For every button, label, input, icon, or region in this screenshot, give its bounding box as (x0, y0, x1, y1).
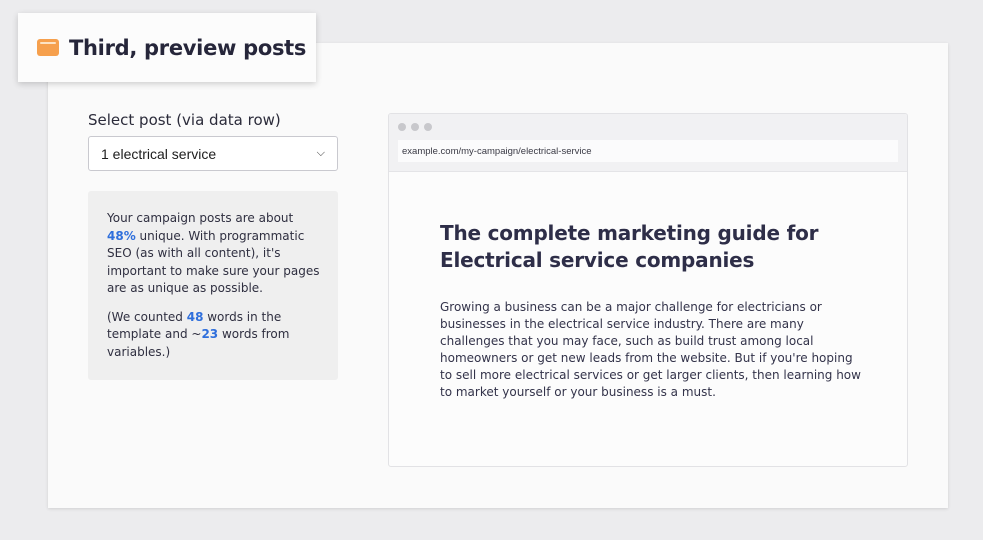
window-dot-icon (411, 123, 419, 131)
address-bar: example.com/my-campaign/electrical-servi… (398, 140, 898, 162)
post-select-value: 1 electrical service (101, 145, 217, 162)
section-title: Third, preview posts (69, 35, 307, 60)
section-title-card: Third, preview posts (18, 13, 316, 82)
browser-preview: example.com/my-campaign/electrical-servi… (388, 113, 908, 467)
post-select-dropdown[interactable]: 1 electrical service ⌵ (88, 136, 338, 171)
window-dot-icon (424, 123, 432, 131)
word-count-text: (We counted 48 words in the template and… (107, 309, 290, 359)
window-dot-icon (398, 123, 406, 131)
uniqueness-text: Your campaign posts are about 48% unique… (107, 211, 320, 295)
chevron-down-icon: ⌵ (316, 147, 325, 159)
article-title: The complete marketing guide for Electri… (440, 221, 819, 272)
folder-icon (37, 39, 59, 56)
variable-word-count: 23 (201, 327, 219, 341)
unique-percentage: 48% (107, 228, 136, 243)
select-post-label: Select post (via data row) (88, 111, 281, 129)
template-word-count: 48 (186, 309, 204, 324)
uniqueness-info-box: Your campaign posts are about 48% unique… (88, 191, 338, 380)
article-body: Growing a business can be a major challe… (440, 300, 861, 400)
browser-toolbar: example.com/my-campaign/electrical-servi… (389, 114, 907, 172)
